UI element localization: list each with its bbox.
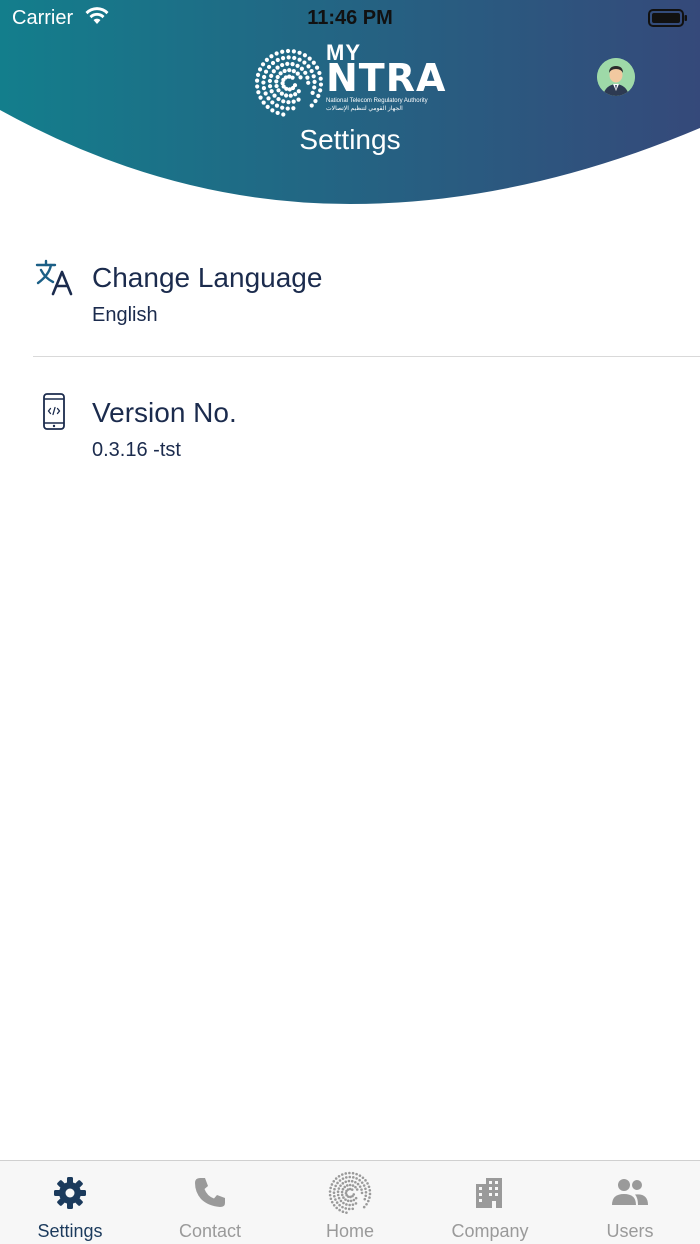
tab-users-label: Users <box>606 1221 654 1241</box>
tab-company[interactable]: Company <box>420 1161 560 1244</box>
version-title: Version No. <box>92 397 237 428</box>
logo-tagline-ar: الجهاز القومي لتنظيم الإتصالات <box>326 106 403 112</box>
change-language-item[interactable]: Change Language English <box>0 258 700 368</box>
tab-contact[interactable]: Contact <box>140 1161 280 1244</box>
ntra-logo: MY NTRA National Telecom Regulatory Auth… <box>254 40 450 120</box>
translate-icon <box>35 259 73 296</box>
tab-home[interactable]: Home <box>280 1161 420 1244</box>
status-time: 11:46 PM <box>307 7 393 29</box>
logo-ntra-text: NTRA <box>326 56 447 100</box>
tab-settings-label: Settings <box>37 1221 103 1241</box>
tab-settings[interactable]: Settings <box>0 1161 140 1244</box>
status-bar: Carrier 11:46 PM <box>0 0 700 38</box>
phone-code-icon <box>43 393 65 430</box>
tab-bar: Settings Contact Home Company Users <box>0 1160 700 1244</box>
tab-home-label: Home <box>325 1221 374 1241</box>
ntra-spiral-icon <box>254 48 324 117</box>
battery-icon <box>648 9 687 27</box>
version-value: 0.3.16 -tst <box>92 439 181 461</box>
change-language-title: Change Language <box>92 262 323 293</box>
profile-avatar[interactable] <box>597 58 635 96</box>
tab-users[interactable]: Users <box>560 1161 700 1244</box>
users-icon <box>612 1179 648 1205</box>
page-title: Settings <box>299 124 401 155</box>
logo-tagline-en: National Telecom Regulatory Authority <box>326 98 428 104</box>
gear-icon <box>54 1177 86 1209</box>
current-language-value: English <box>92 304 158 326</box>
user-avatar-icon <box>597 58 635 96</box>
version-item: Version No. 0.3.16 -tst <box>0 393 700 503</box>
tab-company-label: Company <box>451 1221 529 1241</box>
building-icon <box>476 1178 502 1208</box>
tab-contact-label: Contact <box>178 1221 242 1241</box>
phone-icon <box>195 1178 225 1207</box>
divider <box>33 356 700 357</box>
ntra-logo-icon <box>328 1171 372 1214</box>
